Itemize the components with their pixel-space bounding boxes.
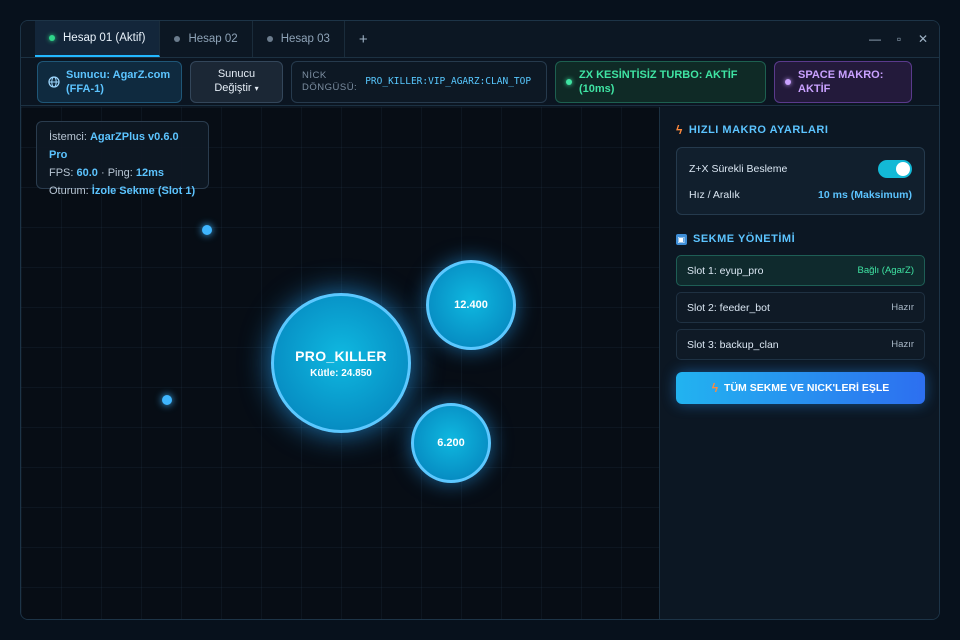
zx-turbo-interval: (10ms) [579, 82, 615, 95]
tab-bar: Hesap 01 (Aktif) Hesap 02 Hesap 03 + — ▫… [21, 21, 939, 58]
change-server-label-text: Değiştir [214, 82, 252, 94]
nick-cycle-display: NİCK DÖNGÜSÜ: PRO_KILLER:VIP_AGARZ:CLAN_… [291, 60, 547, 103]
slot-name: Slot 2: feeder_bot [687, 301, 770, 314]
game-canvas[interactable]: İstemci: AgarZPlus v0.6.0 Pro FPS: 60.0 … [21, 107, 659, 619]
player-cell-split: 12.400 [426, 260, 516, 350]
cell-mass: 12.400 [454, 299, 488, 311]
slot-status: Hazır [891, 339, 914, 350]
session-info: Oturum: İzole Sekme (Slot 1) [49, 182, 196, 200]
zx-turbo-label: ZX KESİNTİSİZ TURBO: AKTİF [579, 68, 738, 81]
feed-label: Z+X Sürekli Besleme [689, 163, 788, 175]
active-status-dot [566, 78, 572, 85]
fps-label: FPS: [49, 167, 74, 179]
tab-hesap-03[interactable]: Hesap 03 [253, 21, 345, 57]
tab-hesap-02[interactable]: Hesap 02 [160, 21, 253, 57]
slot-name: Slot 1: eyup_pro [687, 264, 764, 277]
tab-label: Hesap 01 (Aktif) [63, 32, 146, 44]
status-dot [174, 36, 181, 42]
macro-settings-heading: ϟ HIZLI MAKRO AYARLARI [676, 123, 925, 137]
close-icon[interactable]: ✕ [917, 32, 929, 46]
tabs-icon: ▣ [676, 233, 687, 245]
sync-all-button[interactable]: ϟ TÜM SEKME VE NICK'LERİ EŞLE [676, 372, 925, 404]
minimize-icon[interactable]: — [869, 32, 881, 46]
player-name: PRO_KILLER [295, 347, 387, 364]
speed-row: Hız / Aralık 10 ms (Maksimum) [689, 182, 912, 208]
server-info: Sunucu: AgarZ.com (FFA-1) [37, 60, 182, 103]
player-mass: Kütle: 24.850 [310, 367, 372, 379]
stats-overlay: İstemci: AgarZPlus v0.6.0 Pro FPS: 60.0 … [36, 121, 209, 197]
feed-row: Z+X Sürekli Besleme [689, 156, 912, 182]
space-macro-value: AKTİF [798, 82, 831, 95]
session-label: Oturum: [49, 185, 89, 197]
client-label: İstemci: [49, 131, 87, 143]
cell-mass: 6.200 [437, 437, 465, 449]
slot-status: Hazır [891, 302, 914, 313]
window-controls: — ▫ ✕ [869, 21, 929, 57]
slot-item-1[interactable]: Slot 1: eyup_pro Bağlı (AgarZ) [676, 255, 925, 286]
status-dot [266, 36, 273, 42]
food-pellet [202, 225, 212, 235]
change-server-label: Sunucu [217, 68, 256, 80]
player-cell-split: 6.200 [411, 403, 491, 483]
client-info: İstemci: AgarZPlus v0.6.0 Pro [49, 128, 196, 164]
nick-cycle-label-2: DÖNGÜSÜ: [302, 81, 358, 93]
server-mode: (FFA-1) [66, 82, 104, 95]
active-status-dot [785, 78, 791, 85]
side-panel: ϟ HIZLI MAKRO AYARLARI Z+X Sürekli Besle… [659, 107, 939, 619]
space-macro-label: SPACE MAKRO: [798, 68, 884, 81]
tab-label: Hesap 02 [188, 33, 238, 45]
slot-status: Bağlı (AgarZ) [857, 265, 915, 276]
toolbar: Sunucu: AgarZ.com (FFA-1) Sunucu Değişti… [21, 58, 939, 106]
sync-all-label: TÜM SEKME VE NICK'LERİ EŞLE [724, 382, 890, 394]
server-name: Sunucu: AgarZ.com [66, 68, 171, 81]
performance-info: FPS: 60.0 · Ping: 12ms [49, 164, 196, 182]
change-server-label-2: Değiştir ▾ [214, 81, 258, 96]
fps-value: 60.0 [76, 167, 98, 179]
tab-hesap-01[interactable]: Hesap 01 (Aktif) [35, 21, 161, 57]
tab-management-title: SEKME YÖNETİMİ [693, 233, 796, 245]
macro-settings-card: Z+X Sürekli Besleme Hız / Aralık 10 ms (… [676, 147, 925, 215]
active-status-dot [49, 35, 55, 41]
zx-turbo-status[interactable]: ZX KESİNTİSİZ TURBO: AKTİF (10ms) [555, 60, 766, 103]
lightning-icon: ϟ [711, 381, 719, 395]
tab-management-heading: ▣ SEKME YÖNETİMİ [676, 233, 925, 245]
app-window: Hesap 01 (Aktif) Hesap 02 Hesap 03 + — ▫… [20, 20, 940, 620]
speed-label: Hız / Aralık [689, 189, 740, 201]
nick-cycle-value: PRO_KILLER:VIP_AGARZ:CLAN_TOP [365, 75, 532, 87]
lightning-icon: ϟ [676, 123, 683, 137]
feed-toggle[interactable] [878, 160, 912, 178]
speed-value: 10 ms (Maksimum) [818, 189, 912, 201]
change-server-button[interactable]: Sunucu Değiştir ▾ [190, 60, 283, 103]
ping-label: · Ping: [101, 167, 133, 179]
slot-item-2[interactable]: Slot 2: feeder_bot Hazır [676, 292, 925, 323]
slot-name: Slot 3: backup_clan [687, 338, 779, 351]
caret-down-icon: ▾ [254, 84, 259, 93]
globe-icon [48, 75, 60, 88]
maximize-icon[interactable]: ▫ [893, 32, 905, 46]
macro-settings-title: HIZLI MAKRO AYARLARI [688, 124, 829, 136]
add-tab-button[interactable]: + [345, 21, 382, 57]
food-pellet [162, 395, 172, 405]
player-cell-main: PRO_KILLER Kütle: 24.850 [271, 293, 411, 433]
session-value: İzole Sekme (Slot 1) [91, 185, 196, 197]
ping-value: 12ms [135, 167, 164, 179]
space-macro-status[interactable]: SPACE MAKRO: AKTİF [774, 60, 912, 103]
slot-item-3[interactable]: Slot 3: backup_clan Hazır [676, 329, 925, 360]
tab-label: Hesap 03 [280, 33, 330, 45]
nick-cycle-label: NİCK [302, 69, 327, 81]
